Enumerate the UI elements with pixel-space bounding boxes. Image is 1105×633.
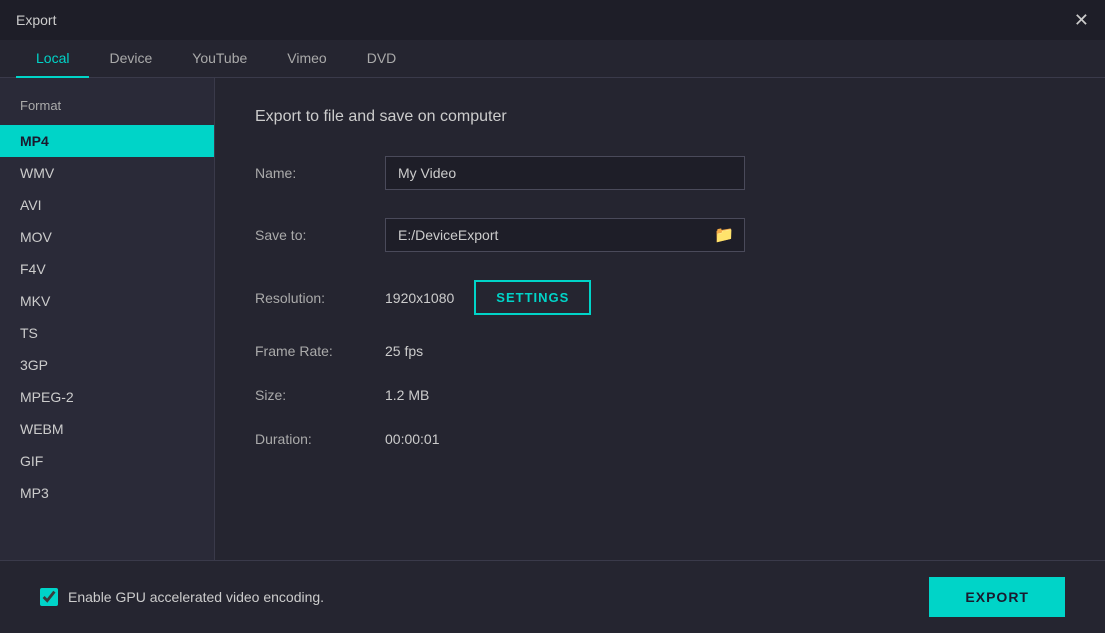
sidebar-item-ts[interactable]: TS [0, 317, 214, 349]
footer: Enable GPU accelerated video encoding. E… [0, 560, 1105, 633]
dialog-title: Export [16, 12, 56, 28]
tab-vimeo[interactable]: Vimeo [267, 40, 346, 78]
sidebar-item-f4v[interactable]: F4V [0, 253, 214, 285]
duration-value: 00:00:01 [385, 431, 440, 447]
sidebar-item-wmv[interactable]: WMV [0, 157, 214, 189]
tab-local[interactable]: Local [16, 40, 89, 78]
sidebar-item-webm[interactable]: WEBM [0, 413, 214, 445]
duration-row: Duration: 00:00:01 [255, 431, 1065, 447]
sidebar-item-mpeg2[interactable]: MPEG-2 [0, 381, 214, 413]
name-label: Name: [255, 165, 385, 181]
save-to-label: Save to: [255, 227, 385, 243]
sidebar-item-avi[interactable]: AVI [0, 189, 214, 221]
frame-rate-label: Frame Rate: [255, 343, 385, 359]
sidebar-item-mov[interactable]: MOV [0, 221, 214, 253]
frame-rate-row: Frame Rate: 25 fps [255, 343, 1065, 359]
resolution-wrapper: 1920x1080 SETTINGS [385, 280, 591, 315]
gpu-label[interactable]: Enable GPU accelerated video encoding. [40, 588, 324, 606]
sidebar-item-mkv[interactable]: MKV [0, 285, 214, 317]
sidebar-item-mp3[interactable]: MP3 [0, 477, 214, 509]
sidebar-item-mp4[interactable]: MP4 [0, 125, 214, 157]
tab-bar: Local Device YouTube Vimeo DVD [0, 40, 1105, 78]
save-to-row: Save to: 📁 [255, 218, 1065, 252]
settings-button[interactable]: SETTINGS [474, 280, 591, 315]
panel-title: Export to file and save on computer [255, 108, 1065, 126]
size-value: 1.2 MB [385, 387, 429, 403]
title-bar: Export ✕ [0, 0, 1105, 40]
name-input[interactable] [385, 156, 745, 190]
sidebar-header: Format [0, 94, 214, 125]
close-button[interactable]: ✕ [1074, 11, 1089, 29]
frame-rate-value: 25 fps [385, 343, 423, 359]
size-label: Size: [255, 387, 385, 403]
save-to-wrapper: 📁 [385, 218, 745, 252]
name-row: Name: [255, 156, 1065, 190]
sidebar: Format MP4 WMV AVI MOV F4V MKV TS 3GP MP… [0, 78, 215, 560]
export-button[interactable]: EXPORT [929, 577, 1065, 617]
save-to-input[interactable] [386, 219, 704, 251]
resolution-value: 1920x1080 [385, 290, 454, 306]
resolution-row: Resolution: 1920x1080 SETTINGS [255, 280, 1065, 315]
content-area: Format MP4 WMV AVI MOV F4V MKV TS 3GP MP… [0, 78, 1105, 560]
size-row: Size: 1.2 MB [255, 387, 1065, 403]
tab-device[interactable]: Device [89, 40, 172, 78]
gpu-text: Enable GPU accelerated video encoding. [68, 589, 324, 605]
folder-icon[interactable]: 📁 [704, 219, 744, 251]
export-dialog: Export ✕ Local Device YouTube Vimeo DVD … [0, 0, 1105, 633]
resolution-label: Resolution: [255, 290, 385, 306]
tab-dvd[interactable]: DVD [347, 40, 417, 78]
sidebar-item-3gp[interactable]: 3GP [0, 349, 214, 381]
tab-youtube[interactable]: YouTube [172, 40, 267, 78]
sidebar-item-gif[interactable]: GIF [0, 445, 214, 477]
main-panel: Export to file and save on computer Name… [215, 78, 1105, 560]
gpu-checkbox[interactable] [40, 588, 58, 606]
duration-label: Duration: [255, 431, 385, 447]
